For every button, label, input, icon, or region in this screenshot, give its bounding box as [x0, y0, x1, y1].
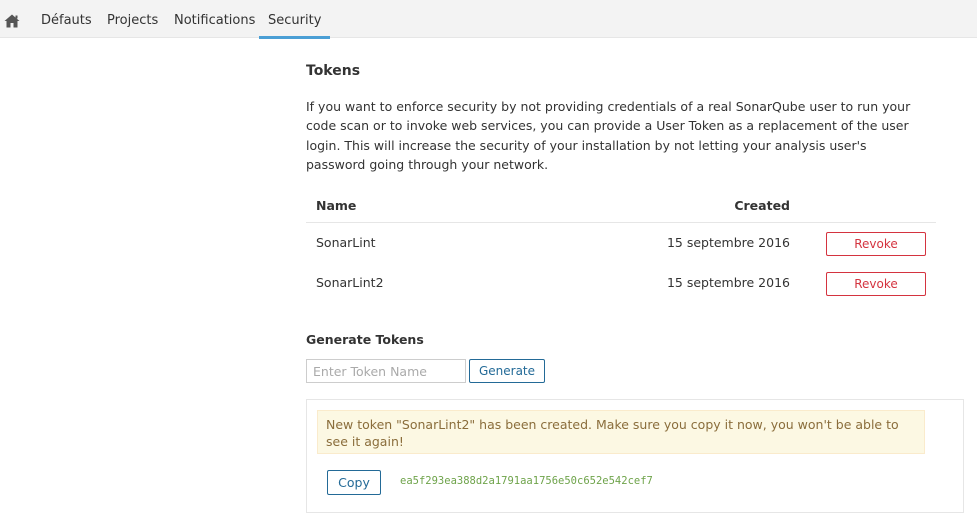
column-header-name: Name: [316, 198, 357, 213]
token-name: SonarLint: [316, 235, 376, 250]
token-name: SonarLint2: [316, 275, 384, 290]
token-name-input[interactable]: [306, 359, 466, 383]
tab-notifications[interactable]: Notifications: [174, 0, 255, 38]
tokens-description: If you want to enforce security by not p…: [306, 99, 911, 173]
new-token-panel: New token "SonarLint2" has been created.…: [306, 399, 964, 513]
token-created-date: 15 septembre 2016: [666, 275, 790, 290]
table-header-row: Name Created: [306, 190, 936, 223]
token-created-date: 15 septembre 2016: [666, 235, 790, 250]
column-header-created: Created: [734, 198, 790, 213]
tab-defauts[interactable]: Défauts: [41, 0, 92, 38]
tokens-title: Tokens: [306, 63, 361, 79]
home-icon[interactable]: [4, 13, 20, 28]
revoke-button[interactable]: Revoke: [826, 232, 926, 256]
revoke-button[interactable]: Revoke: [826, 272, 926, 296]
tab-security[interactable]: Security: [259, 0, 331, 39]
copy-button[interactable]: Copy: [327, 470, 381, 495]
tab-projects[interactable]: Projects: [107, 0, 158, 38]
home-icon-svg: [4, 14, 20, 28]
table-row: SonarLint 15 septembre 2016 Revoke: [306, 223, 936, 263]
table-row: SonarLint2 15 septembre 2016 Revoke: [306, 263, 936, 303]
new-token-alert: New token "SonarLint2" has been created.…: [317, 410, 925, 454]
top-nav: Défauts Projects Notifications Security: [0, 0, 977, 39]
generate-button[interactable]: Generate: [469, 359, 545, 383]
tokens-table: Name Created SonarLint 15 septembre 2016…: [306, 190, 936, 303]
generate-tokens-title: Generate Tokens: [306, 332, 424, 347]
token-value: ea5f293ea388d2a1791aa1756e50c652e542cef7: [400, 475, 653, 487]
